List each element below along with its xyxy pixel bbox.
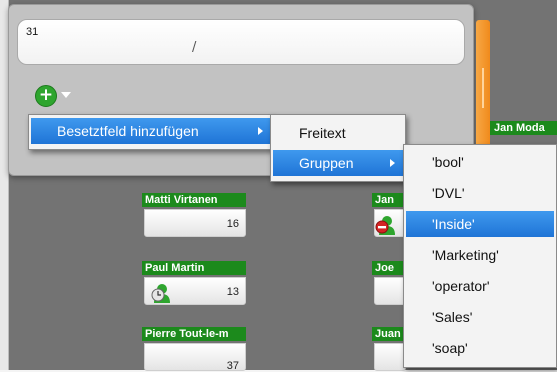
person-card[interactable]: Jan	[372, 193, 406, 237]
menu-item-freitext[interactable]: Freitext	[273, 120, 403, 146]
menu-item-add-busy-field[interactable]: Besetztfeld hinzufügen	[31, 118, 271, 144]
note-input[interactable]: 31 /	[17, 19, 465, 65]
no-entry-icon	[375, 216, 395, 235]
card-name: Jan	[372, 193, 406, 207]
scrollbar-grip[interactable]	[482, 68, 484, 108]
context-menu: Besetztfeld hinzufügen	[28, 114, 274, 150]
card-name: Paul Martin	[142, 261, 246, 275]
person-card[interactable]: Paul Martin 13	[142, 261, 246, 305]
person-card[interactable]: Joe	[372, 261, 406, 305]
group-item[interactable]: 'bool'	[406, 149, 554, 175]
card-body	[374, 343, 406, 371]
person-card[interactable]: Juan	[372, 327, 406, 371]
card-body: 13	[144, 277, 246, 305]
groups-menu: 'bool' 'DVL' 'Inside' 'Marketing' 'opera…	[403, 144, 557, 368]
menu-item-label: Besetztfeld hinzufügen	[57, 123, 199, 139]
card-count: 16	[226, 218, 239, 230]
card-body	[374, 209, 406, 237]
card-name: Pierre Tout-le-m	[142, 327, 246, 341]
note-input-mark: /	[192, 40, 197, 55]
group-item[interactable]: 'soap'	[406, 335, 554, 361]
group-item[interactable]: 'DVL'	[406, 180, 554, 206]
card-count: 37	[226, 360, 239, 372]
card-body: 16	[144, 209, 246, 237]
plus-circle-icon[interactable]: +	[35, 85, 57, 107]
card-body: 37	[144, 343, 246, 372]
chevron-right-icon	[390, 159, 395, 167]
chevron-right-icon	[258, 127, 263, 135]
group-item[interactable]: 'Marketing'	[406, 242, 554, 268]
group-item[interactable]: 'operator'	[406, 273, 554, 299]
menu-item-label: Gruppen	[299, 155, 354, 171]
group-item-selected[interactable]: 'Inside'	[406, 211, 554, 237]
card-name: Joe	[372, 261, 406, 275]
person-card[interactable]: Pierre Tout-le-m 37	[142, 327, 246, 372]
card-body	[374, 277, 406, 305]
card-name[interactable]: Jan Moda	[490, 121, 557, 135]
chevron-down-icon[interactable]	[61, 92, 71, 98]
note-input-value: 31	[26, 26, 39, 38]
card-name: Matti Virtanen	[142, 193, 246, 207]
menu-item-gruppen[interactable]: Gruppen	[273, 150, 403, 176]
person-card[interactable]: Matti Virtanen 16	[142, 193, 246, 237]
group-item[interactable]: 'Sales'	[406, 304, 554, 330]
card-name: Juan	[372, 327, 406, 341]
card-count: 13	[226, 286, 239, 298]
clock-icon	[151, 284, 170, 303]
submenu: Freitext Gruppen	[270, 114, 406, 182]
